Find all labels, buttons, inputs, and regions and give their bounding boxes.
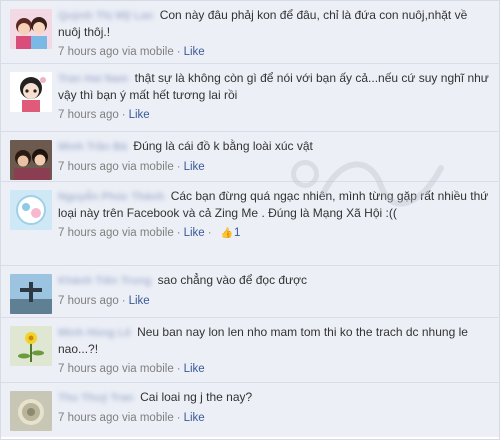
comment: Tran Hai Nam thật sự là không còn gì để …	[1, 64, 499, 132]
comment-body: Thu Thuý Tran Cai loai ng j the nay?	[58, 389, 491, 406]
comment-meta: 7 hours ago via mobile · Like · 👍1	[58, 225, 491, 242]
comment-meta: 7 hours ago · Like	[58, 107, 491, 123]
like-button[interactable]: Like	[184, 46, 205, 58]
comment-time[interactable]: 7 hours ago	[58, 46, 119, 58]
comment-text: sao chẳng vào để đọc được	[157, 273, 307, 287]
like-button[interactable]: Like	[184, 161, 205, 173]
like-button[interactable]: Like	[129, 295, 150, 307]
comment-meta: 7 hours ago via mobile · Like	[58, 410, 491, 426]
comment-body: Khánh Tiến Trung sao chẳng vào để đọc đư…	[58, 272, 491, 289]
comment: Thu Thuý Tran Cai loai ng j the nay? 7 h…	[1, 383, 499, 437]
comment-body: Nguyễn Phúc Thành Các bạn đừng quá ngạc …	[58, 188, 491, 221]
comment-time[interactable]: 7 hours ago	[58, 295, 119, 307]
comment-via: via mobile	[121, 363, 174, 375]
comment-time[interactable]: 7 hours ago	[58, 412, 119, 424]
avatar[interactable]	[10, 274, 52, 314]
comment-author[interactable]: Khánh Tiến Trung	[58, 273, 151, 289]
avatar[interactable]	[10, 9, 52, 49]
comment-meta: 7 hours ago via mobile · Like	[58, 159, 491, 175]
like-button[interactable]: Like	[184, 363, 205, 375]
avatar[interactable]	[10, 72, 52, 112]
separator: ·	[176, 363, 181, 375]
comment: Minh Hùng Lê Neu ban nay lon len nho mam…	[1, 318, 499, 383]
avatar[interactable]	[10, 190, 52, 230]
comment-author[interactable]: Tran Hai Nam	[58, 71, 128, 87]
comment-time[interactable]: 7 hours ago	[58, 161, 119, 173]
comment-via: via mobile	[121, 46, 174, 58]
like-count[interactable]: 👍1	[221, 227, 241, 239]
comment-text: Đúng là cái đồ k bằng loài xúc vật	[133, 139, 313, 153]
comment: Khánh Tiến Trung sao chẳng vào để đọc đư…	[1, 266, 499, 318]
comment-author[interactable]: Nguyễn Phúc Thành	[58, 189, 164, 205]
comment-body: Tran Hai Nam thật sự là không còn gì để …	[58, 70, 491, 103]
comment-via: via mobile	[121, 412, 174, 424]
separator: ·	[176, 161, 181, 173]
comment: Nguyễn Phúc Thành Các bạn đừng quá ngạc …	[1, 182, 499, 266]
comment-body: Minh Trần Bà Đúng là cái đồ k bằng loài …	[58, 138, 491, 155]
comment-meta: 7 hours ago · Like	[58, 293, 491, 309]
comment-author[interactable]: Minh Hùng Lê	[58, 325, 131, 341]
comment-via: via mobile	[121, 227, 174, 239]
comments-panel: Quỳnh Thị Mỹ Lan Con này đâu phảj kon để…	[0, 0, 500, 440]
comment-author[interactable]: Thu Thuý Tran	[58, 390, 134, 406]
comment-author[interactable]: Quỳnh Thị Mỹ Lan	[58, 8, 153, 24]
comment-time[interactable]: 7 hours ago	[58, 363, 119, 375]
comment-body: Quỳnh Thị Mỹ Lan Con này đâu phảj kon để…	[58, 7, 491, 40]
like-count-value: 1	[233, 227, 241, 239]
comment-text: Cai loai ng j the nay?	[140, 390, 253, 404]
avatar[interactable]	[10, 140, 52, 180]
comment-time[interactable]: 7 hours ago	[58, 109, 119, 121]
like-button[interactable]: Like	[184, 412, 205, 424]
comment: Minh Trần Bà Đúng là cái đồ k bằng loài …	[1, 132, 499, 182]
comment-author[interactable]: Minh Trần Bà	[58, 139, 127, 155]
avatar[interactable]	[10, 391, 52, 431]
comment-meta: 7 hours ago via mobile · Like	[58, 361, 491, 377]
comment-meta: 7 hours ago via mobile · Like	[58, 44, 491, 60]
like-button[interactable]: Like	[129, 109, 150, 121]
avatar[interactable]	[10, 326, 52, 366]
separator: ·	[176, 227, 181, 239]
comment-time[interactable]: 7 hours ago	[58, 227, 119, 239]
comment-via: via mobile	[121, 161, 174, 173]
separator: ·	[176, 46, 181, 58]
comment-body: Minh Hùng Lê Neu ban nay lon len nho mam…	[58, 324, 491, 357]
like-button[interactable]: Like	[184, 227, 205, 239]
separator: ·	[176, 412, 181, 424]
separator: ·	[121, 109, 126, 121]
comment: Quỳnh Thị Mỹ Lan Con này đâu phảj kon để…	[1, 1, 499, 64]
separator: ·	[121, 295, 126, 307]
thumbs-up-icon: 👍	[220, 228, 233, 239]
separator: ·	[207, 227, 212, 239]
